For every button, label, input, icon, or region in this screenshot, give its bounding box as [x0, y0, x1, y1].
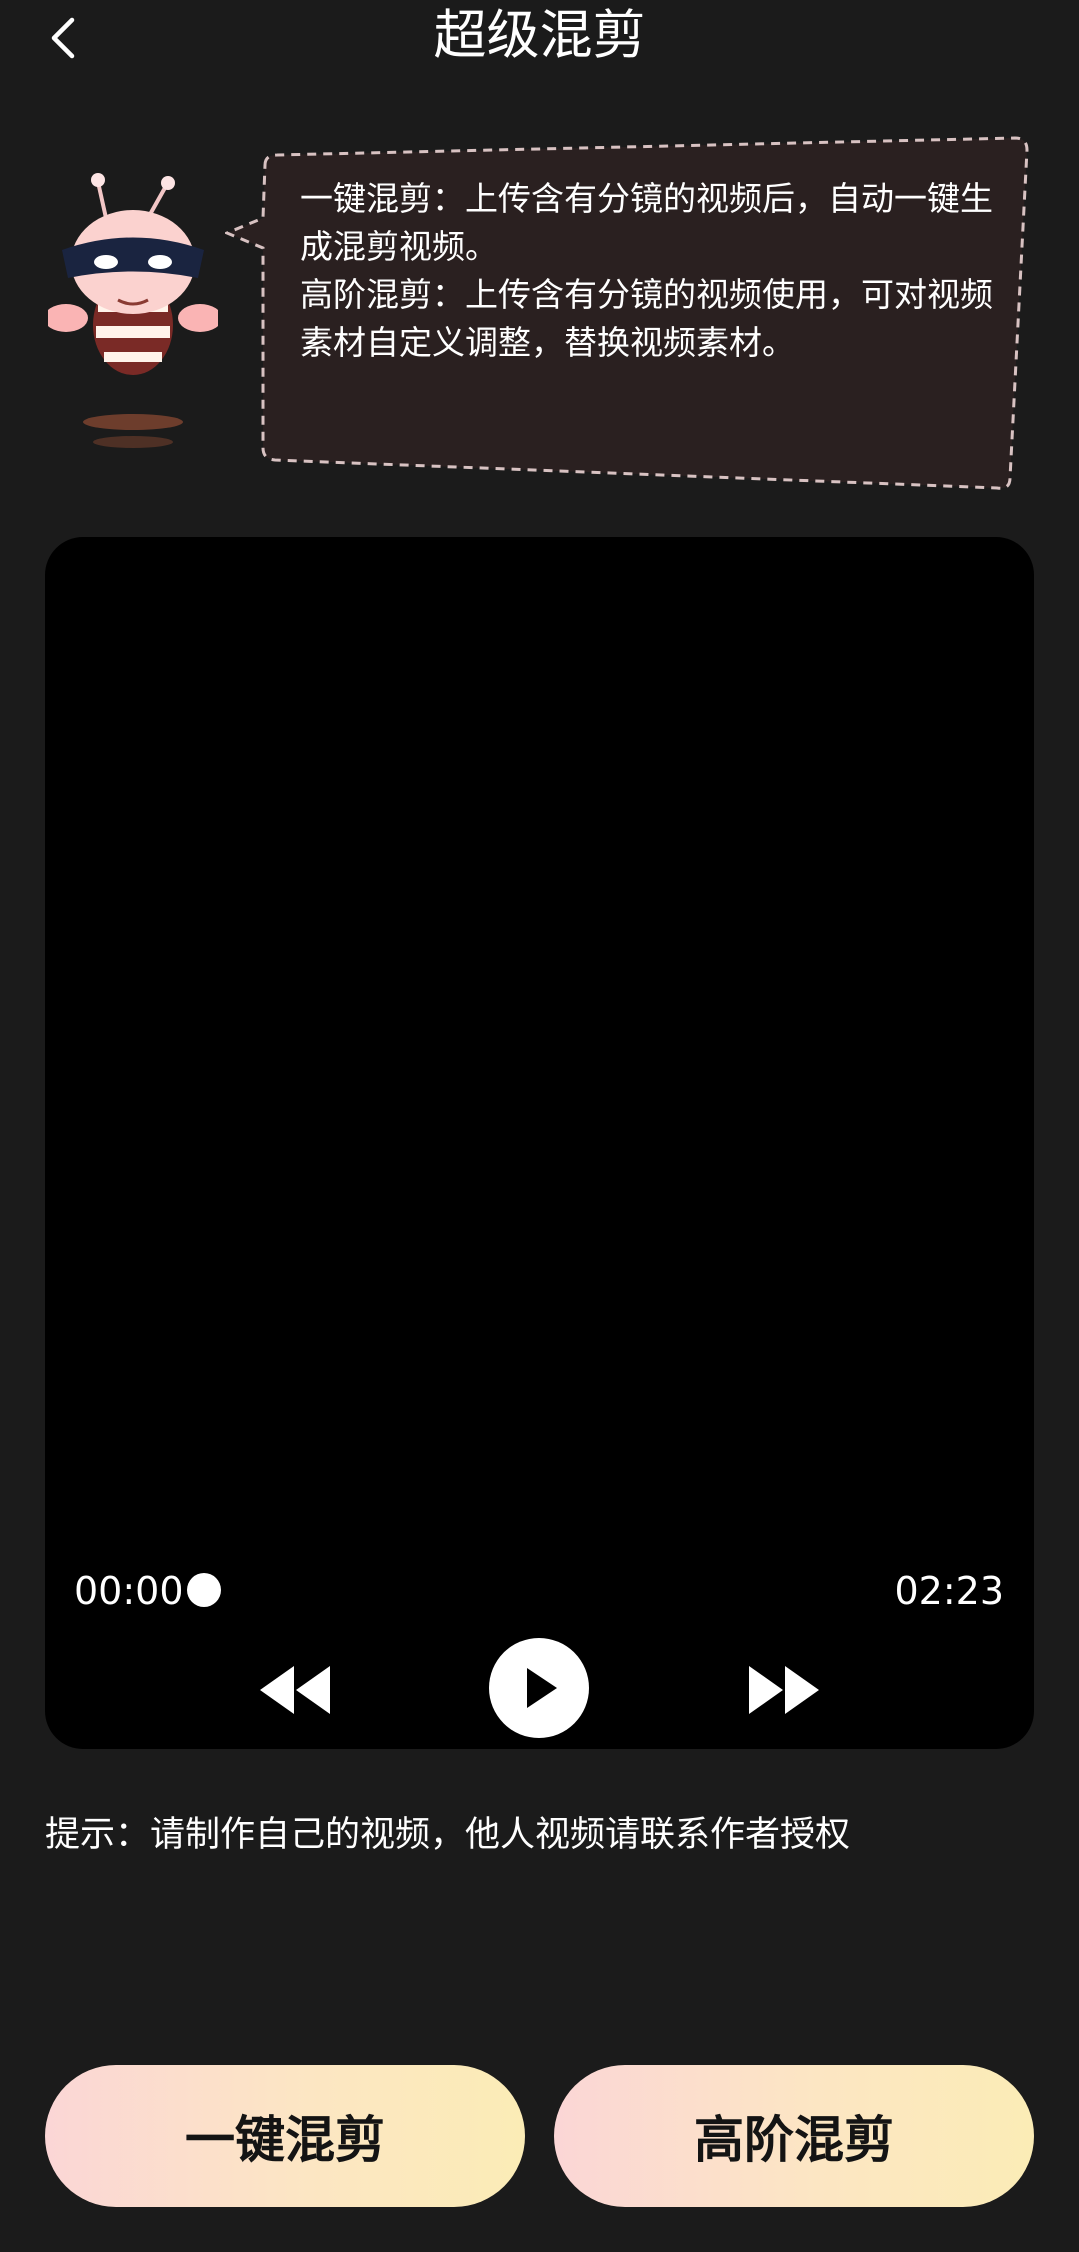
- play-icon: [527, 1668, 557, 1708]
- video-player[interactable]: [45, 537, 1034, 1749]
- bee-mascot-icon: [48, 173, 218, 448]
- advanced-description: 高阶混剪：上传含有分镜的视频使用，可对视频素材自定义调整，替换视频素材。: [300, 275, 993, 362]
- one-click-description: 一键混剪：上传含有分镜的视频后，自动一键生成混剪视频。: [300, 179, 993, 266]
- tip-text: 提示：请制作自己的视频，他人视频请联系作者授权: [45, 1815, 851, 1855]
- app-header: 超级混剪: [0, 0, 1079, 80]
- total-time: 02:23: [894, 1569, 1004, 1613]
- page-title: 超级混剪: [433, 5, 646, 66]
- rewind-icon: [260, 1666, 330, 1714]
- rewind-button[interactable]: [255, 1662, 335, 1718]
- one-click-mix-button[interactable]: 一键混剪: [45, 2065, 525, 2207]
- intro-bubble: 一键混剪：上传含有分镜的视频后，自动一键生成混剪视频。 高阶混剪：上传含有分镜的…: [225, 130, 1035, 495]
- fast-forward-button[interactable]: [744, 1662, 824, 1718]
- play-button[interactable]: [489, 1638, 589, 1738]
- advanced-mix-button[interactable]: 高阶混剪: [554, 2065, 1034, 2207]
- fast-forward-icon: [749, 1666, 819, 1714]
- bubble-text: 一键混剪：上传含有分镜的视频后，自动一键生成混剪视频。 高阶混剪：上传含有分镜的…: [300, 175, 1000, 367]
- current-time: 00:00: [74, 1569, 184, 1613]
- progress-scrubber[interactable]: [187, 1573, 221, 1607]
